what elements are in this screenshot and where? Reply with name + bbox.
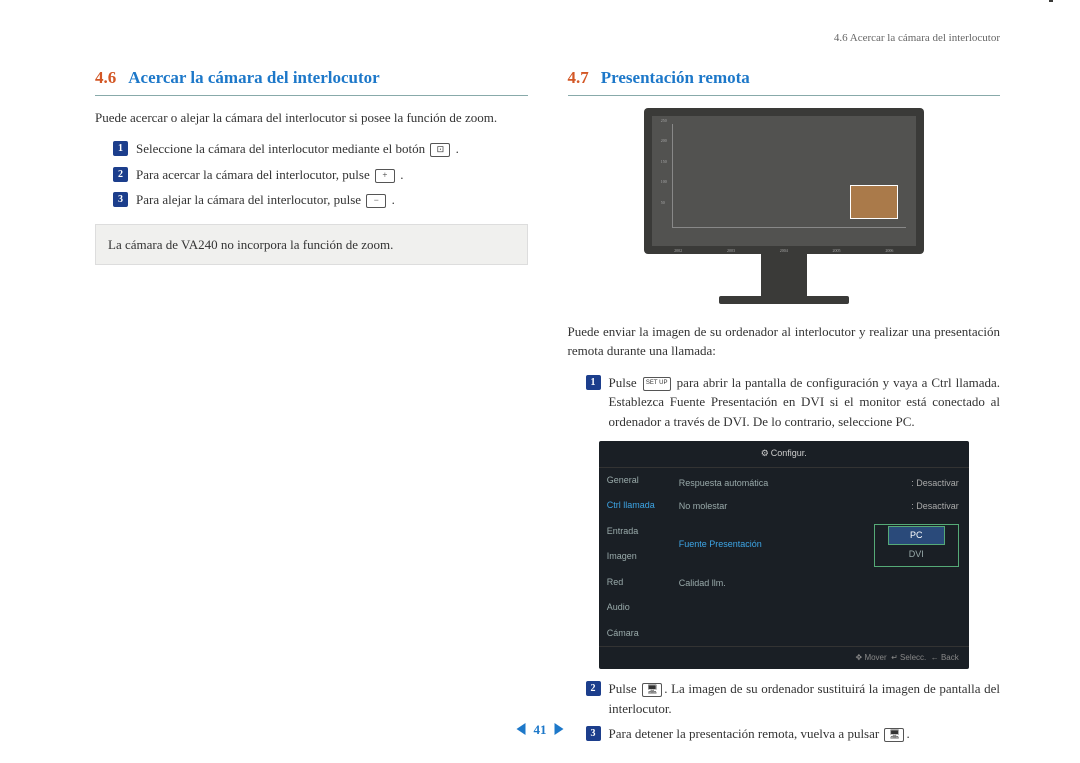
section-intro: Puede enviar la imagen de su ordenador a… [568, 322, 1001, 361]
step-1: 1 Seleccione la cámara del interlocutor … [113, 139, 528, 159]
step-number-badge: 1 [586, 375, 601, 390]
section-title: Presentación remota [601, 65, 750, 91]
config-side-item[interactable]: Audio [599, 595, 669, 621]
monitor-figure: 50100150200250 20022003200420052006 [568, 108, 1001, 304]
config-row[interactable]: No molestar: Desactivar [679, 495, 959, 519]
page-navigation: 41 [517, 720, 564, 740]
setup-button-icon: SET UP [643, 377, 671, 391]
step-2: 2 Pulse 🖥. La imagen de su ordenador sus… [586, 679, 1001, 718]
camera-icon [1042, 0, 1060, 2]
config-side-item[interactable]: Entrada [599, 519, 669, 545]
section-number: 4.6 [95, 65, 116, 91]
running-header: 4.6 Acercar la cámara del interlocutor [834, 30, 1000, 47]
step-3: 3 Para alejar la cámara del interlocutor… [113, 190, 528, 210]
pip-video [850, 185, 898, 219]
config-side-item[interactable]: General [599, 468, 669, 494]
section-4-7: 4.7 Presentación remota 50100150200250 2… [568, 65, 1001, 750]
step-number-badge: 3 [586, 726, 601, 741]
config-title: Configur. [599, 441, 969, 468]
step-3: 3 Para detener la presentación remota, v… [586, 724, 1001, 744]
config-screenshot: Configur. GeneralCtrl llamadaEntradaImag… [568, 441, 1001, 669]
step-number-badge: 3 [113, 192, 128, 207]
page-number: 41 [534, 720, 547, 740]
config-footer: ✥ Mover ↵ Selecc. ← Back [599, 646, 969, 669]
section-heading: 4.7 Presentación remota [568, 65, 1001, 96]
prev-page-icon[interactable] [517, 723, 526, 735]
step-number-badge: 2 [113, 167, 128, 182]
section-intro: Puede acercar o alejar la cámara del int… [95, 108, 528, 128]
config-side-item[interactable]: Cámara [599, 621, 669, 647]
camera-select-icon: ⊡ [430, 143, 450, 157]
step-number-badge: 2 [586, 681, 601, 696]
bar-chart: 50100150200250 [672, 124, 906, 228]
config-side-item[interactable]: Red [599, 570, 669, 596]
config-row[interactable]: Calidad llm. [679, 572, 959, 596]
presentation-icon: 🖥 [642, 683, 662, 697]
note-box: La cámara de VA240 no incorpora la funci… [95, 224, 528, 266]
section-title: Acercar la cámara del interlocutor [128, 65, 379, 91]
config-side-item[interactable]: Imagen [599, 544, 669, 570]
minus-icon: − [366, 194, 386, 208]
step-number-badge: 1 [113, 141, 128, 156]
step-1: 1 Pulse SET UP para abrir la pantalla de… [586, 373, 1001, 432]
presentation-icon: 🖥 [884, 728, 904, 742]
step-2: 2 Para acercar la cámara del interlocuto… [113, 165, 528, 185]
config-side-item[interactable]: Ctrl llamada [599, 493, 669, 519]
plus-icon: + [375, 169, 395, 183]
section-4-6: 4.6 Acercar la cámara del interlocutor P… [95, 65, 528, 750]
config-row[interactable]: Fuente PresentaciónPCDVI [679, 519, 959, 572]
config-row[interactable]: Respuesta automática: Desactivar [679, 472, 959, 496]
section-number: 4.7 [568, 65, 589, 91]
section-heading: 4.6 Acercar la cámara del interlocutor [95, 65, 528, 96]
next-page-icon[interactable] [555, 723, 564, 735]
